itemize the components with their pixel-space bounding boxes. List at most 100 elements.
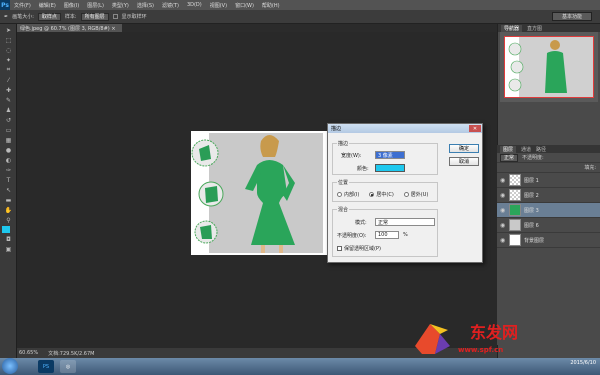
move-tool-icon[interactable]: ➤: [2, 26, 15, 34]
blend-mode-select[interactable]: 正常: [500, 153, 519, 162]
menu-edit[interactable]: 编辑(E): [35, 2, 60, 9]
radio-center[interactable]: [369, 192, 375, 197]
navigator-panel: [500, 32, 598, 102]
layer-thumbnail: [509, 234, 521, 246]
tab-layers[interactable]: 图层: [500, 145, 517, 153]
visibility-eye-icon[interactable]: ◉: [500, 177, 506, 184]
position-outside[interactable]: 居外(U): [403, 191, 429, 198]
opacity-label: 不透明度(O):: [337, 233, 367, 239]
magic-wand-tool-icon[interactable]: ✦: [2, 56, 15, 64]
stamp-tool-icon[interactable]: ♟: [2, 106, 15, 114]
stroke-color-swatch[interactable]: [375, 164, 405, 172]
menu-bar: Ps 文件(F) 编辑(E) 图像(I) 图层(L) 类型(Y) 选择(S) 滤…: [0, 0, 600, 10]
document-tab[interactable]: 绿色.jpeg @ 60.7% (图层 3, RGB/8#) ×: [17, 24, 122, 32]
menu-window[interactable]: 窗口(W): [231, 2, 258, 9]
layer-row[interactable]: ◉ 图层 1: [497, 173, 600, 188]
preserve-transparency[interactable]: 保留透明区域(P): [337, 245, 381, 252]
opacity-input[interactable]: 100: [375, 231, 399, 239]
brush-tool-icon[interactable]: ✎: [2, 96, 15, 104]
brush-tool-icon[interactable]: ✒: [4, 14, 8, 20]
layer-thumbnail: [509, 174, 521, 186]
percent-label: %: [403, 232, 408, 238]
shape-tool-icon[interactable]: ▬: [2, 196, 15, 204]
document-image: [191, 131, 327, 255]
photoshop-taskbar-icon[interactable]: PS: [38, 360, 54, 373]
menu-file[interactable]: 文件(F): [10, 2, 35, 9]
document-size: 文档:729.5K/2.67M: [48, 350, 95, 357]
mode-select[interactable]: 正常: [375, 218, 435, 226]
hand-tool-icon[interactable]: ✋: [2, 206, 15, 214]
menu-select[interactable]: 选择(S): [133, 2, 158, 9]
layer-row-selected[interactable]: ◉ 图层 3: [497, 203, 600, 218]
tab-channels[interactable]: 通道: [521, 146, 531, 153]
visibility-eye-icon[interactable]: ◉: [500, 237, 506, 244]
screen-mode-icon[interactable]: ▣: [2, 245, 15, 253]
workspace-select[interactable]: 基本功能: [552, 12, 592, 21]
start-button[interactable]: [2, 358, 18, 374]
dialog-title-bar[interactable]: 描边: [328, 124, 482, 133]
layers-tabs: 图层 通道 路径: [497, 145, 600, 153]
cancel-button[interactable]: 取消: [449, 157, 479, 166]
browser-taskbar-icon[interactable]: ◎: [60, 360, 76, 373]
layer-name: 图层 6: [524, 222, 539, 229]
eyedropper-tool-icon[interactable]: ⁄: [2, 76, 15, 84]
zoom-level[interactable]: 60.65%: [19, 350, 38, 356]
ok-button[interactable]: 确定: [449, 144, 479, 153]
tool-bar: ➤ ⬚ ◌ ✦ ⌗ ⁄ ✚ ✎ ♟ ↺ ▭ ▦ ● ◐ ✑ T ↖ ▬ ✋ ⚲ …: [0, 24, 17, 358]
fill-row: 填充:: [497, 163, 600, 173]
foreground-color-swatch[interactable]: [2, 226, 10, 233]
system-clock[interactable]: 2015/6/10: [570, 360, 596, 366]
lasso-tool-icon[interactable]: ◌: [2, 46, 15, 54]
document-canvas[interactable]: [191, 131, 327, 255]
tab-paths[interactable]: 路径: [536, 146, 546, 153]
width-input[interactable]: 3 像素: [375, 151, 405, 159]
crop-tool-icon[interactable]: ⌗: [2, 66, 15, 74]
layer-row[interactable]: ◉ 背景图层: [497, 233, 600, 248]
options-bar: ✒ 画笔大小: 取样点 样本: 所有图层 显示取样环: [0, 10, 600, 24]
layer-row[interactable]: ◉ 图层 6: [497, 218, 600, 233]
close-icon[interactable]: ✕: [469, 125, 481, 132]
layer-row[interactable]: ◉ 图层 2: [497, 188, 600, 203]
dialog-title: 描边: [331, 126, 342, 132]
path-select-tool-icon[interactable]: ↖: [2, 186, 15, 194]
mode-label: 模式:: [355, 220, 367, 226]
gradient-tool-icon[interactable]: ▦: [2, 136, 15, 144]
position-center[interactable]: 居中(C): [369, 191, 394, 198]
menu-filter[interactable]: 滤镜(T): [158, 2, 183, 9]
dodge-tool-icon[interactable]: ◐: [2, 156, 15, 164]
show-ring-checkbox[interactable]: [112, 14, 118, 19]
history-brush-tool-icon[interactable]: ↺: [2, 116, 15, 124]
sample-size-select[interactable]: 取样点: [37, 12, 61, 21]
preserve-checkbox[interactable]: [337, 246, 342, 251]
quick-mask-icon[interactable]: ◘: [2, 235, 15, 243]
radio-outside[interactable]: [403, 192, 409, 197]
navigator-thumbnail: [505, 37, 593, 97]
sample-select[interactable]: 所有图层: [80, 12, 109, 21]
menu-3d[interactable]: 3D(D): [183, 2, 206, 8]
position-group: 位置 内部(I) 居中(C) 居外(U): [332, 179, 438, 202]
menu-help[interactable]: 帮助(H): [258, 2, 284, 9]
menu-image[interactable]: 图像(I): [60, 2, 83, 9]
menu-layer[interactable]: 图层(L): [83, 2, 108, 9]
tab-histogram[interactable]: 直方图: [527, 25, 542, 32]
layer-name: 图层 3: [524, 207, 539, 214]
zoom-tool-icon[interactable]: ⚲: [2, 216, 15, 224]
menu-view[interactable]: 视图(V): [206, 2, 231, 9]
tab-navigator[interactable]: 导航器: [501, 24, 523, 32]
eraser-tool-icon[interactable]: ▭: [2, 126, 15, 134]
visibility-eye-icon[interactable]: ◉: [500, 192, 506, 199]
visibility-eye-icon[interactable]: ◉: [500, 222, 506, 229]
radio-inside[interactable]: [337, 192, 342, 197]
visibility-eye-icon[interactable]: ◉: [500, 207, 506, 214]
layer-thumbnail: [509, 219, 521, 231]
marquee-tool-icon[interactable]: ⬚: [2, 36, 15, 44]
menu-type[interactable]: 类型(Y): [108, 2, 133, 9]
blend-group: 混合 模式: 正常 不透明度(O): 100 % 保留透明区域(P): [332, 206, 438, 257]
blur-tool-icon[interactable]: ●: [2, 146, 15, 154]
navigator-preview[interactable]: [504, 36, 594, 98]
pen-tool-icon[interactable]: ✑: [2, 166, 15, 174]
healing-tool-icon[interactable]: ✚: [2, 86, 15, 94]
position-inside[interactable]: 内部(I): [337, 191, 359, 198]
position-outside-label: 居外(U): [410, 192, 429, 198]
type-tool-icon[interactable]: T: [2, 176, 15, 184]
